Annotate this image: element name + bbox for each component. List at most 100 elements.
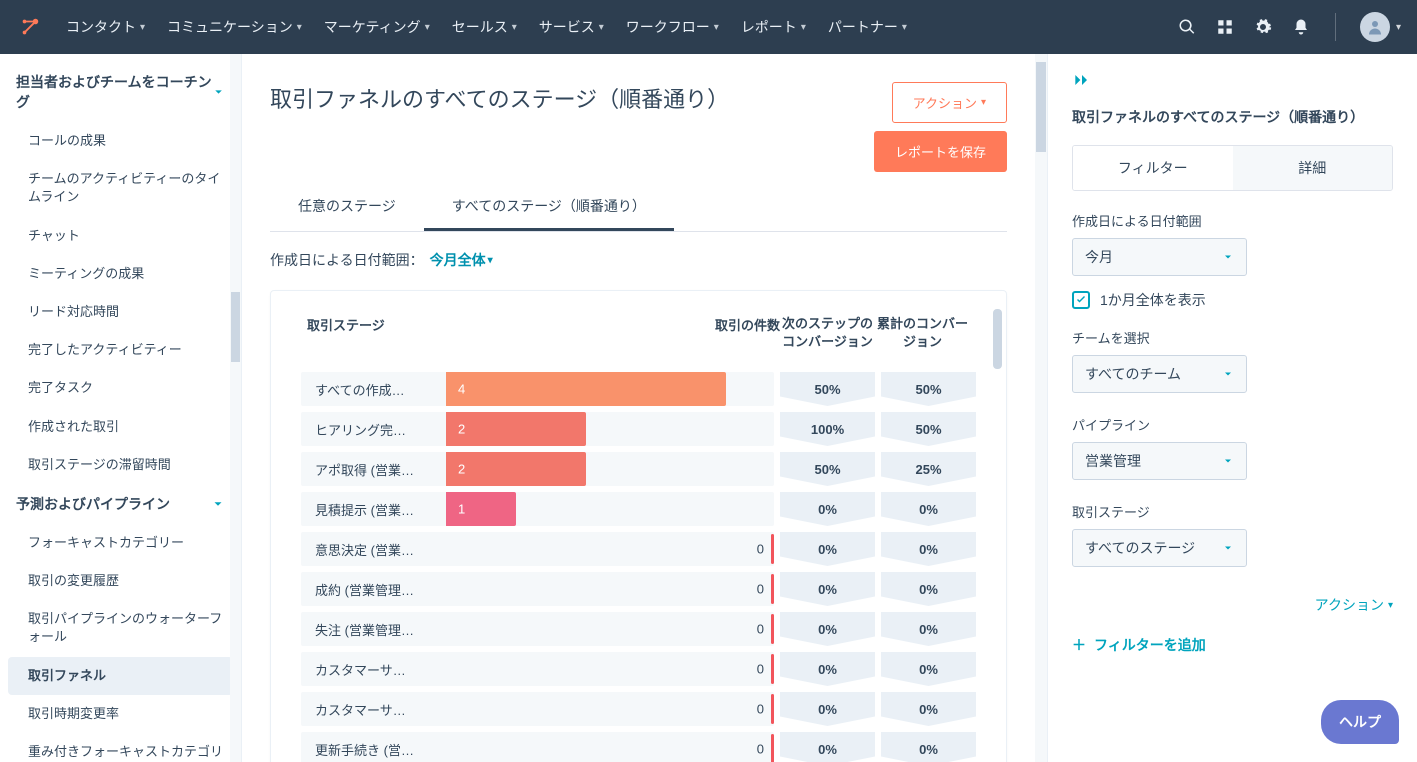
- chevron-down-icon: ▾: [1396, 22, 1401, 33]
- date-filter-value[interactable]: 今月全体▾: [430, 250, 493, 270]
- sidebar-item[interactable]: フォーキャストカテゴリー: [0, 524, 241, 562]
- sidebar-item[interactable]: 取引ファネル: [8, 657, 233, 695]
- funnel-row: カスタマーサ… 0 0% 0%: [301, 689, 976, 729]
- sidebar-item[interactable]: 取引時期変更率: [0, 695, 241, 733]
- hubspot-logo-icon[interactable]: [16, 13, 44, 41]
- tab-details[interactable]: 詳細: [1233, 146, 1393, 190]
- top-nav: コンタクト▾コミュニケーション▾マーケティング▾セールス▾サービス▾ワークフロー…: [0, 0, 1417, 54]
- sidebar-item[interactable]: 作成された取引: [0, 408, 241, 446]
- marketplace-icon[interactable]: [1215, 17, 1235, 37]
- avatar: [1360, 12, 1390, 42]
- sidebar-group-coaching[interactable]: 担当者およびチームをコーチング: [0, 62, 241, 122]
- select-dealstage-value: すべてのステージ: [1085, 538, 1195, 558]
- select-team[interactable]: すべてのチーム: [1072, 355, 1247, 393]
- caret-down-icon: [1222, 251, 1234, 263]
- save-report-button[interactable]: レポートを保存: [874, 131, 1007, 172]
- conversion-cell: 0%: [881, 732, 976, 762]
- nav-item[interactable]: サービス▾: [531, 11, 612, 43]
- sidebar-item[interactable]: 重み付きフォーキャストカテゴリー: [0, 733, 241, 762]
- sidebar-item[interactable]: 取引ステージの滞留時間: [0, 446, 241, 484]
- chevron-down-icon: ▾: [902, 22, 907, 33]
- sidebar-item[interactable]: 取引の変更履歴: [0, 562, 241, 600]
- nav-item[interactable]: ワークフロー▾: [618, 11, 727, 43]
- conversion-cell: 0%: [780, 492, 875, 526]
- conversion-cell: 50%: [780, 372, 875, 406]
- add-filter-button[interactable]: ＋ フィルターを追加: [1072, 635, 1393, 655]
- tab-filter[interactable]: フィルター: [1073, 146, 1233, 190]
- nav-item[interactable]: コンタクト▾: [58, 11, 153, 43]
- conversion-cell: 0%: [780, 532, 875, 566]
- main-area: 取引ファネルのすべてのステージ（順番通り） アクション ▾ レポートを保存 任意…: [242, 54, 1417, 762]
- nav-item[interactable]: レポート▾: [733, 11, 814, 43]
- sidebar-item[interactable]: ミーティングの成果: [0, 255, 241, 293]
- funnel-row: 意思決定 (営業… 0 0% 0%: [301, 529, 976, 569]
- help-button[interactable]: ヘルプ: [1321, 700, 1399, 744]
- sidebar-item[interactable]: チームのアクティビティーのタイムライン: [0, 160, 241, 216]
- chevron-down-icon: ▾: [297, 22, 302, 33]
- conversion-cell: 0%: [780, 692, 875, 726]
- sidebar: 担当者およびチームをコーチング コールの成果チームのアクティビティーのタイムライ…: [0, 54, 242, 762]
- caret-down-icon: [1222, 455, 1234, 467]
- right-action-menu[interactable]: アクション▾: [1072, 595, 1393, 615]
- nav-item[interactable]: セールス▾: [444, 11, 525, 43]
- chevron-down-icon: ▾: [140, 22, 145, 33]
- nav-item[interactable]: パートナー▾: [820, 11, 915, 43]
- conversion-cell: 0%: [881, 572, 976, 606]
- sidebar-item[interactable]: 完了タスク: [0, 369, 241, 407]
- sidebar-group-label: 予測およびパイプライン: [16, 494, 170, 514]
- sidebar-item[interactable]: コールの成果: [0, 122, 241, 160]
- conversion-cell: 50%: [881, 372, 976, 406]
- label-team: チームを選択: [1072, 328, 1393, 347]
- select-dealstage[interactable]: すべてのステージ: [1072, 529, 1247, 567]
- nav-item[interactable]: マーケティング▾: [316, 11, 438, 43]
- conversion-cell: 25%: [881, 452, 976, 486]
- check-icon: [1072, 291, 1090, 309]
- select-date[interactable]: 今月: [1072, 238, 1247, 276]
- conversion-cell: 0%: [780, 732, 875, 762]
- chevron-down-icon: ▾: [714, 22, 719, 33]
- sidebar-group-forecast[interactable]: 予測およびパイプライン: [0, 484, 241, 524]
- col-next-conv: 次のステップのコンバージョン: [780, 315, 875, 351]
- sidebar-item[interactable]: 取引パイプラインのウォーターフォール: [0, 600, 241, 656]
- bell-icon[interactable]: [1291, 17, 1311, 37]
- funnel-row: アポ取得 (営業… 2 50% 25%: [301, 449, 976, 489]
- checkbox-full-month[interactable]: 1か月全体を表示: [1072, 290, 1393, 310]
- nav-item[interactable]: コミュニケーション▾: [159, 11, 310, 43]
- action-button-label: アクション: [913, 93, 977, 112]
- stage-name: アポ取得 (営業…: [301, 460, 431, 479]
- chevron-down-icon: [212, 85, 225, 99]
- tab-all-stages[interactable]: すべてのステージ（順番通り）: [424, 184, 674, 231]
- sidebar-group-label: 担当者およびチームをコーチング: [16, 72, 212, 112]
- conversion-cell: 50%: [780, 452, 875, 486]
- search-icon[interactable]: [1177, 17, 1197, 37]
- caret-down-icon: [1222, 542, 1234, 554]
- collapse-pane-icon[interactable]: [1072, 72, 1393, 93]
- select-pipeline[interactable]: 営業管理: [1072, 442, 1247, 480]
- account-menu[interactable]: ▾: [1360, 12, 1401, 42]
- select-team-value: すべてのチーム: [1085, 364, 1181, 384]
- conversion-cell: 0%: [881, 492, 976, 526]
- action-button[interactable]: アクション ▾: [892, 82, 1007, 123]
- checkbox-label: 1か月全体を表示: [1100, 290, 1206, 310]
- stage-name: 見積提示 (営業…: [301, 500, 431, 519]
- panel-scrollbar[interactable]: [993, 309, 1002, 369]
- conversion-cell: 0%: [881, 532, 976, 566]
- col-stage: 取引ステージ: [307, 315, 705, 351]
- tab-any-stage[interactable]: 任意のステージ: [270, 184, 424, 231]
- right-pane-title: 取引ファネルのすべてのステージ（順番通り）: [1072, 107, 1393, 127]
- sidebar-item[interactable]: 完了したアクティビティー: [0, 331, 241, 369]
- main-scrollbar[interactable]: [1035, 54, 1047, 762]
- sidebar-item[interactable]: リード対応時間: [0, 293, 241, 331]
- label-date: 作成日による日付範囲: [1072, 211, 1393, 230]
- gear-icon[interactable]: [1253, 17, 1273, 37]
- stage-name: カスタマーサ…: [301, 700, 431, 719]
- sidebar-item[interactable]: チャット: [0, 217, 241, 255]
- stage-name: カスタマーサ…: [301, 660, 431, 679]
- funnel-row: カスタマーサ… 0 0% 0%: [301, 649, 976, 689]
- conversion-cell: 0%: [780, 572, 875, 606]
- chevron-down-icon: ▾: [425, 22, 430, 33]
- col-count: 取引の件数: [705, 315, 780, 351]
- chevron-down-icon: [211, 497, 225, 511]
- conversion-cell: 0%: [780, 652, 875, 686]
- sidebar-scrollbar[interactable]: [230, 54, 241, 762]
